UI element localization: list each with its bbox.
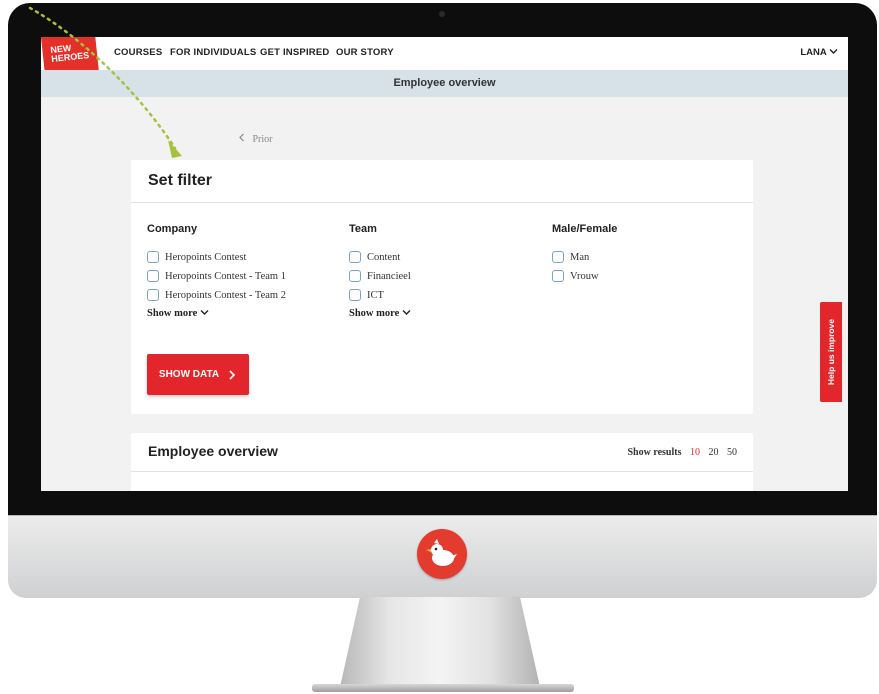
option-label: Financieel (367, 270, 411, 282)
checkbox[interactable] (552, 251, 564, 263)
results-label: Show results (627, 447, 682, 458)
prior-link[interactable]: Prior (238, 133, 273, 145)
option-label: Heropoints Contest (165, 251, 247, 263)
help-tab-label: Help us improve (826, 318, 836, 386)
team-heading: Team (349, 223, 377, 235)
top-nav: NEW HEROES COURSES FOR INDIVIDUALS GET I… (41, 37, 848, 81)
help-us-improve-tab[interactable]: Help us improve (820, 302, 842, 402)
user-menu[interactable]: LANA (800, 47, 838, 58)
nav-link-get-inspired[interactable]: GET INSPIRED (260, 47, 329, 58)
monitor-foot (312, 684, 574, 692)
company-option[interactable]: Heropoints Contest (147, 251, 246, 263)
monitor-stand (340, 597, 540, 687)
option-label: Content (367, 251, 401, 263)
checkbox[interactable] (349, 270, 361, 282)
results-per-page: Show results 10 20 50 (628, 447, 738, 458)
checkbox[interactable] (552, 270, 564, 282)
filter-card: Set filter Company Heropoints Contest He… (131, 160, 753, 414)
team-option[interactable]: Content (349, 251, 400, 263)
user-name: LANA (800, 47, 827, 58)
results-option[interactable]: 50 (727, 447, 737, 458)
checkbox[interactable] (147, 289, 159, 301)
screen: NEW HEROES COURSES FOR INDIVIDUALS GET I… (41, 37, 848, 491)
gender-option[interactable]: Vrouw (552, 270, 599, 282)
company-option[interactable]: Heropoints Contest - Team 2 (147, 289, 286, 301)
prior-label: Prior (252, 134, 273, 145)
divider (131, 471, 753, 472)
company-show-more[interactable]: Show more (147, 308, 209, 319)
nav-link-courses[interactable]: COURSES (114, 47, 162, 58)
chevron-down-icon (200, 310, 209, 315)
nav-link-for-individuals[interactable]: FOR INDIVIDUALS (170, 47, 256, 58)
option-label: Heropoints Contest - Team 1 (165, 270, 286, 282)
chevron-down-icon (829, 49, 838, 54)
option-label: Man (570, 251, 590, 263)
gender-option[interactable]: Man (552, 251, 589, 263)
employee-overview-title: Employee overview (148, 443, 278, 459)
nav-link-our-story[interactable]: OUR STORY (336, 47, 394, 58)
chevron-left-icon (239, 133, 244, 142)
team-option[interactable]: ICT (349, 289, 384, 301)
divider (131, 202, 753, 203)
chevron-down-icon (402, 310, 411, 315)
logo-text: NEW HEROES (49, 42, 90, 65)
results-option[interactable]: 20 (709, 447, 719, 458)
team-option[interactable]: Financieel (349, 270, 411, 282)
checkbox[interactable] (349, 251, 361, 263)
checkbox[interactable] (349, 289, 361, 301)
bird-logo-icon (417, 529, 467, 579)
chevron-right-icon (229, 369, 236, 380)
show-more-label: Show more (349, 308, 400, 319)
option-label: ICT (367, 289, 384, 301)
company-heading: Company (147, 223, 198, 235)
checkbox[interactable] (147, 270, 159, 282)
camera-dot (439, 11, 445, 17)
show-data-label: SHOW DATA (158, 369, 220, 380)
filter-title: Set filter (148, 172, 213, 189)
gender-heading: Male/Female (552, 223, 618, 235)
option-label: Vrouw (570, 270, 599, 282)
option-label: Heropoints Contest - Team 2 (165, 289, 286, 301)
checkbox[interactable] (147, 251, 159, 263)
employee-overview-card: Employee overview Show results 10 20 50 (131, 433, 753, 491)
company-option[interactable]: Heropoints Contest - Team 1 (147, 270, 286, 282)
show-more-label: Show more (147, 308, 198, 319)
results-option-selected[interactable]: 10 (690, 447, 700, 458)
show-data-button[interactable]: SHOW DATA (147, 354, 249, 395)
team-show-more[interactable]: Show more (349, 308, 411, 319)
page-title: Employee overview (393, 77, 496, 89)
subheader-bar: Employee overview (41, 70, 848, 97)
